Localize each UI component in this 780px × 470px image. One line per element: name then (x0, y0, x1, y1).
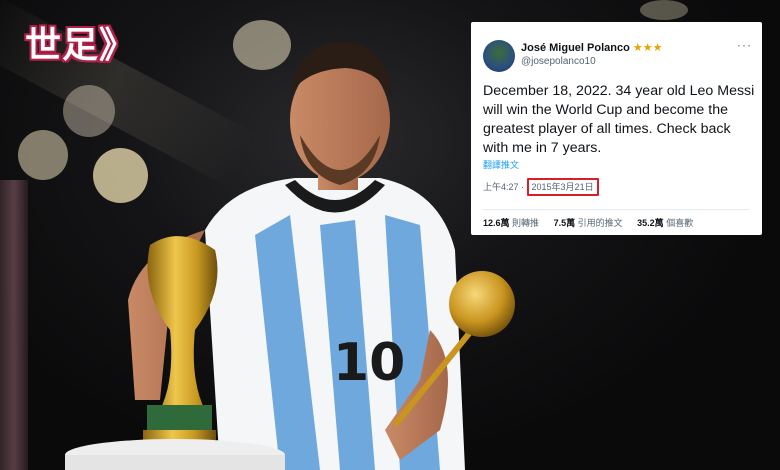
tweet-timestamp: 上午4:27 · 2015年3月21日 (483, 178, 599, 196)
tweet-time[interactable]: 上午4:27 · (483, 182, 524, 192)
author-name: José Miguel Polanco (521, 42, 630, 54)
author-handle[interactable]: @josepolanco10 (521, 56, 596, 67)
tweet-author[interactable]: José Miguel Polanco ★★★ (521, 41, 662, 54)
star-icon: ★★★ (632, 42, 663, 54)
golden-ball-award (449, 271, 515, 337)
tweet-text: December 18, 2022. 34 year old Leo Messi… (483, 83, 755, 156)
ellipsis-icon[interactable]: ··· (737, 38, 752, 52)
divider (483, 209, 750, 210)
likes-count[interactable]: 35.2萬 個喜歡 (637, 218, 693, 228)
retweets-count[interactable]: 12.6萬 則轉推 (483, 218, 539, 228)
jersey-number: 10 (333, 333, 405, 393)
tweet-card: José Miguel Polanco ★★★ @josepolanco10 ·… (471, 22, 762, 235)
tweet-date-highlight[interactable]: 2015年3月21日 (526, 178, 599, 196)
site-logo: 世足》 (25, 25, 137, 66)
tweet-stats: 12.6萬 則轉推 7.5萬 引用的推文 35.2萬 個喜歡 (483, 216, 705, 229)
quotes-count[interactable]: 7.5萬 引用的推文 (554, 218, 623, 228)
translate-link[interactable]: 翻譯推文 (483, 158, 519, 171)
avatar[interactable] (483, 40, 515, 72)
